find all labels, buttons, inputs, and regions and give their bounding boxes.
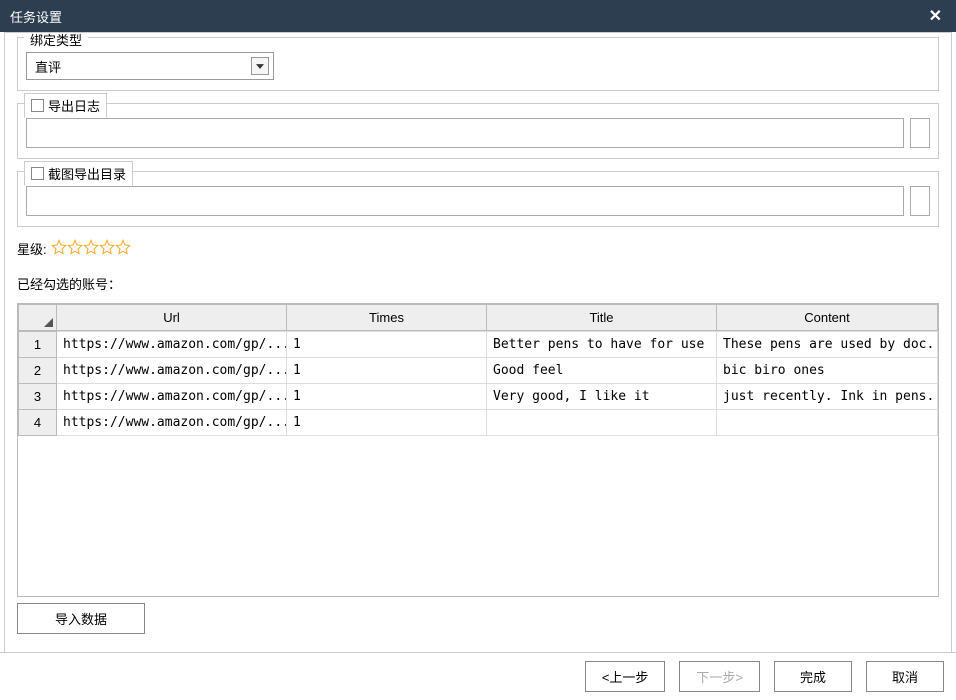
star-icon[interactable] — [83, 239, 99, 258]
screenshot-dir-browse-button[interactable] — [910, 186, 930, 216]
cell-content[interactable]: just recently. Ink in pens... — [717, 384, 938, 410]
cell-content[interactable] — [717, 410, 938, 436]
export-log-input[interactable] — [26, 118, 904, 148]
cell-url[interactable]: https://www.amazon.com/gp/... — [57, 332, 287, 358]
footer: <上一步 下一步> 完成 取消 — [0, 652, 956, 700]
cell-times[interactable]: 1 — [287, 410, 487, 436]
cell-title[interactable]: Very good, I like it — [487, 384, 717, 410]
screenshot-dir-label-wrap: 截图导出目录 — [24, 161, 133, 186]
screenshot-dir-label: 截图导出目录 — [48, 164, 126, 183]
window-title: 任务设置 — [10, 7, 62, 26]
export-log-checkbox[interactable] — [31, 99, 44, 112]
table-row[interactable]: 2https://www.amazon.com/gp/...1Good feel… — [19, 358, 938, 384]
cell-url[interactable]: https://www.amazon.com/gp/... — [57, 384, 287, 410]
finish-button[interactable]: 完成 — [774, 661, 852, 692]
row-number[interactable]: 1 — [19, 332, 57, 358]
accounts-label: 已经勾选的账号： — [17, 274, 939, 293]
grid-header-url[interactable]: Url — [57, 305, 287, 331]
row-number[interactable]: 3 — [19, 384, 57, 410]
cell-url[interactable]: https://www.amazon.com/gp/... — [57, 358, 287, 384]
cell-times[interactable]: 1 — [287, 332, 487, 358]
chevron-down-icon[interactable] — [251, 57, 269, 75]
cell-times[interactable]: 1 — [287, 358, 487, 384]
table-row[interactable]: 3https://www.amazon.com/gp/...1Very good… — [19, 384, 938, 410]
dialog-body: 绑定类型 直评 导出日志 截图导出目录 星级: — [4, 32, 952, 658]
export-log-label: 导出日志 — [48, 96, 100, 115]
screenshot-dir-group: 截图导出目录 — [17, 171, 939, 227]
rating-stars[interactable] — [51, 239, 131, 258]
row-number[interactable]: 2 — [19, 358, 57, 384]
export-log-label-wrap: 导出日志 — [24, 93, 107, 118]
prev-button[interactable]: <上一步 — [585, 661, 666, 692]
screenshot-dir-checkbox[interactable] — [31, 167, 44, 180]
cell-title[interactable]: Good feel — [487, 358, 717, 384]
grid-corner[interactable] — [19, 305, 57, 331]
grid-header-title[interactable]: Title — [487, 305, 717, 331]
next-button[interactable]: 下一步> — [679, 661, 760, 692]
cell-url[interactable]: https://www.amazon.com/gp/... — [57, 410, 287, 436]
rating-label: 星级: — [17, 239, 47, 258]
import-data-button[interactable]: 导入数据 — [17, 603, 145, 634]
cell-times[interactable]: 1 — [287, 384, 487, 410]
screenshot-dir-input[interactable] — [26, 186, 904, 216]
export-log-browse-button[interactable] — [910, 118, 930, 148]
table-row[interactable]: 1https://www.amazon.com/gp/...1 Better p… — [19, 332, 938, 358]
bind-type-group: 绑定类型 直评 — [17, 37, 939, 91]
bind-type-label: 绑定类型 — [24, 32, 88, 51]
star-icon[interactable] — [99, 239, 115, 258]
bind-type-value: 直评 — [35, 57, 61, 76]
bind-type-dropdown[interactable]: 直评 — [26, 52, 274, 80]
row-number[interactable]: 4 — [19, 410, 57, 436]
star-icon[interactable] — [67, 239, 83, 258]
cell-content[interactable]: These pens are used by doc... — [717, 332, 938, 358]
star-icon[interactable] — [51, 239, 67, 258]
cancel-button[interactable]: 取消 — [866, 661, 944, 692]
cell-content[interactable]: bic biro ones — [717, 358, 938, 384]
cell-title[interactable] — [487, 410, 717, 436]
export-log-group: 导出日志 — [17, 103, 939, 159]
table-row[interactable]: 4https://www.amazon.com/gp/...1 — [19, 410, 938, 436]
rating-row: 星级: — [17, 239, 939, 258]
grid-header-times[interactable]: Times — [287, 305, 487, 331]
grid-header-content[interactable]: Content — [717, 305, 938, 331]
accounts-grid: Url Times Title Content 1https://www.ama… — [17, 303, 939, 597]
cell-title[interactable]: Better pens to have for use — [487, 332, 717, 358]
close-icon[interactable]: ✕ — [925, 6, 946, 26]
star-icon[interactable] — [115, 239, 131, 258]
titlebar: 任务设置 ✕ — [0, 0, 956, 32]
